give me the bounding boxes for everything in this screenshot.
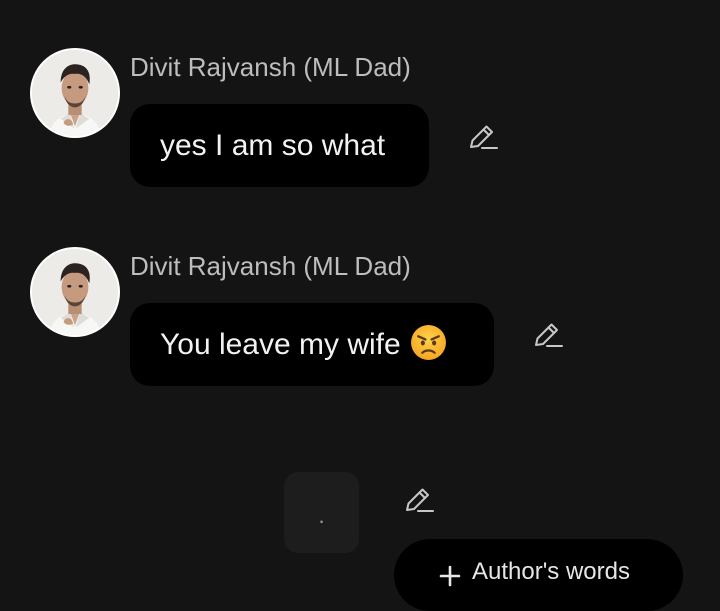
pencil-edit-icon[interactable] bbox=[532, 318, 564, 350]
message-text: You leave my wife bbox=[160, 327, 401, 361]
sender-name: Divit Rajvansh (ML Dad) bbox=[130, 251, 411, 281]
avatar[interactable] bbox=[30, 48, 120, 138]
sender-name: Divit Rajvansh (ML Dad) bbox=[130, 52, 411, 82]
avatar[interactable] bbox=[30, 247, 120, 337]
message-bubble[interactable]: You leave my wife bbox=[130, 303, 494, 386]
authors-words-label: Author's words bbox=[472, 558, 630, 585]
plus-icon bbox=[438, 564, 462, 588]
message-text: . bbox=[318, 502, 325, 528]
message-bubble[interactable]: yes I am so what bbox=[130, 104, 429, 187]
pencil-edit-icon[interactable] bbox=[403, 483, 435, 515]
message-bubble[interactable]: . bbox=[284, 472, 359, 553]
angry-face-emoji bbox=[410, 324, 447, 361]
message-text: yes I am so what bbox=[160, 128, 386, 162]
pencil-edit-icon[interactable] bbox=[467, 120, 499, 152]
authors-words-button[interactable]: Author's words bbox=[394, 539, 683, 611]
